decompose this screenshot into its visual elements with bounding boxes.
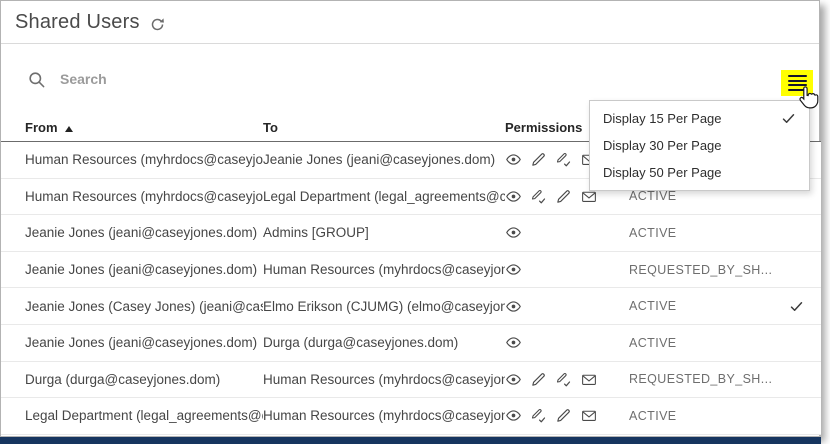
to-cell: Human Resources (myhrdocs@caseyjon... [263, 408, 505, 423]
selection-cell [781, 299, 821, 314]
view-permission-icon [505, 334, 522, 351]
menu-item-label: Display 30 Per Page [603, 138, 722, 153]
from-cell: Jeanie Jones (jeani@caseyjones.dom) [25, 262, 263, 277]
edit-permission-icon [530, 371, 547, 388]
column-label: To [263, 120, 278, 135]
edit-permission-icon [555, 407, 572, 424]
menu-item-label: Display 15 Per Page [603, 111, 722, 126]
view-permission-icon [505, 298, 522, 315]
search-icon [27, 70, 46, 89]
refresh-icon [150, 20, 165, 35]
permissions-cell [505, 371, 629, 388]
to-cell: Jeanie Jones (jeani@caseyjones.dom) [263, 152, 505, 167]
menu-item-display-50-per-page[interactable]: Display 50 Per Page [590, 159, 809, 186]
permissions-cell [505, 261, 629, 278]
menu-item-display-15-per-page[interactable]: Display 15 Per Page [590, 105, 809, 132]
sign-permission-icon [530, 188, 547, 205]
column-header-from[interactable]: From [25, 120, 263, 135]
table-row[interactable]: Jeanie Jones (jeani@caseyjones.dom)Durga… [1, 325, 821, 362]
hamburger-icon [788, 75, 807, 91]
sign-permission-icon [555, 371, 572, 388]
permissions-cell [505, 224, 629, 241]
status-cell: ACTIVE [629, 299, 781, 313]
status-cell: ACTIVE [629, 336, 781, 350]
send-permission-icon [580, 371, 598, 388]
per-page-menu: Display 15 Per Page Display 30 Per Page Di… [589, 100, 810, 191]
permissions-cell [505, 407, 629, 424]
to-cell: Elmo Erikson (CJUMG) (elmo@caseyjon... [263, 299, 505, 314]
view-permission-icon [505, 224, 522, 241]
column-header-to[interactable]: To [263, 120, 505, 135]
options-menu-button[interactable] [781, 70, 813, 96]
to-cell: Human Resources (myhrdocs@caseyjon... [263, 372, 505, 387]
edit-permission-icon [555, 188, 572, 205]
table-row[interactable]: Durga (durga@caseyjones.dom)Human Resour… [1, 362, 821, 399]
selected-check-icon [789, 299, 804, 314]
check-icon [781, 111, 796, 126]
search-input[interactable] [58, 70, 382, 88]
view-permission-icon [505, 261, 522, 278]
send-permission-icon [580, 407, 598, 424]
window-bottom-edge [0, 437, 821, 444]
page-title: Shared Users [15, 11, 140, 34]
from-cell: Jeanie Jones (jeani@caseyjones.dom) [25, 225, 263, 240]
menu-item-display-30-per-page[interactable]: Display 30 Per Page [590, 132, 809, 159]
table-row[interactable]: Legal Department (legal_agreements@c...H… [1, 398, 821, 435]
view-permission-icon [505, 371, 522, 388]
status-cell: ACTIVE [629, 189, 781, 203]
column-label: From [25, 120, 58, 135]
column-label: Permissions [505, 120, 582, 135]
sign-permission-icon [530, 407, 547, 424]
view-permission-icon [505, 188, 522, 205]
status-cell: ACTIVE [629, 409, 781, 423]
permissions-cell [505, 298, 629, 315]
to-cell: Admins [GROUP] [263, 225, 505, 240]
to-cell: Legal Department (legal_agreements@c... [263, 189, 505, 204]
menu-item-label: Display 50 Per Page [603, 165, 722, 180]
view-permission-icon [505, 407, 522, 424]
from-cell: Human Resources (myhrdocs@caseyjon... [25, 189, 263, 204]
from-cell: Jeanie Jones (jeani@caseyjones.dom) [25, 335, 263, 350]
sort-ascending-icon [65, 126, 73, 132]
status-cell: ACTIVE [629, 226, 781, 240]
permissions-cell [505, 334, 629, 351]
to-cell: Durga (durga@caseyjones.dom) [263, 335, 505, 350]
table-row[interactable]: Jeanie Jones (jeani@caseyjones.dom)Admin… [1, 215, 821, 252]
app-window: Shared Users From To Permissions Human Res… [0, 0, 820, 437]
status-cell: REQUESTED_BY_SH... [629, 263, 781, 277]
from-cell: Legal Department (legal_agreements@c... [25, 408, 263, 423]
table-row[interactable]: Jeanie Jones (jeani@caseyjones.dom)Human… [1, 252, 821, 289]
from-cell: Human Resources (myhrdocs@caseyjon... [25, 152, 263, 167]
table-row[interactable]: Jeanie Jones (Casey Jones) (jeani@caseyj… [1, 288, 821, 325]
title-bar: Shared Users [1, 1, 819, 44]
view-permission-icon [505, 151, 522, 168]
to-cell: Human Resources (myhrdocs@caseyjon... [263, 262, 505, 277]
from-cell: Durga (durga@caseyjones.dom) [25, 372, 263, 387]
from-cell: Jeanie Jones (Casey Jones) (jeani@caseyj… [25, 299, 263, 314]
status-cell: REQUESTED_BY_SH... [629, 372, 781, 386]
refresh-button[interactable] [150, 17, 165, 32]
sign-permission-icon [555, 151, 572, 168]
edit-permission-icon [530, 151, 547, 168]
